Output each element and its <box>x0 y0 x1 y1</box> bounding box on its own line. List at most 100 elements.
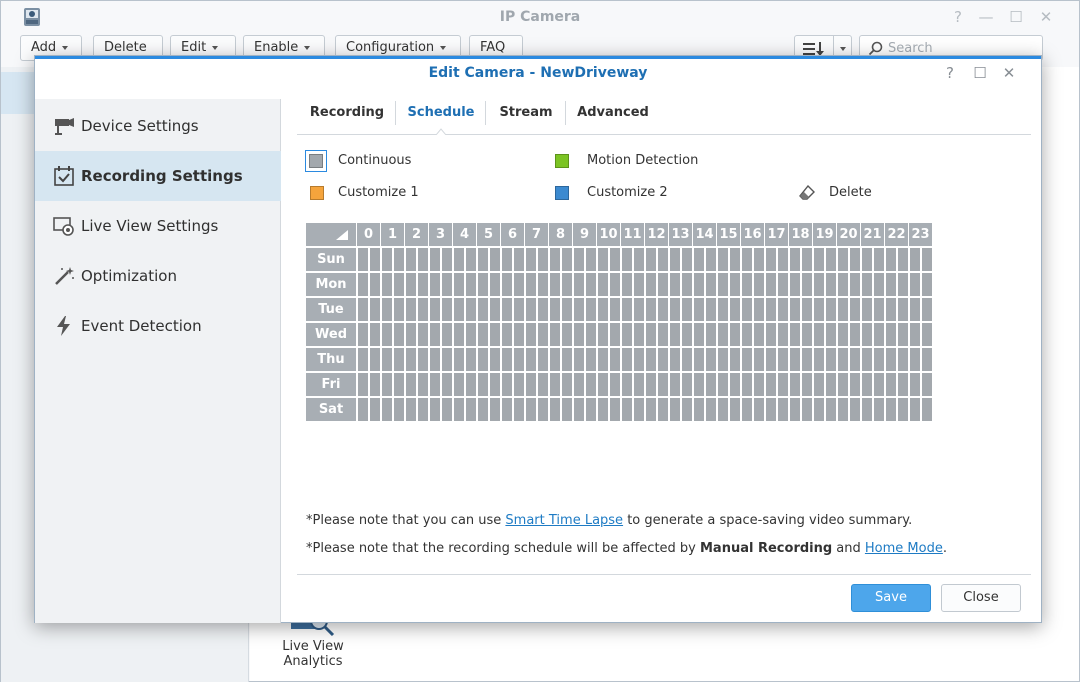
schedule-cell[interactable] <box>538 298 548 321</box>
schedule-cell[interactable] <box>826 323 836 346</box>
schedule-cell[interactable] <box>862 398 872 421</box>
schedule-cell[interactable] <box>850 298 860 321</box>
schedule-cell[interactable] <box>442 298 452 321</box>
schedule-cell[interactable] <box>430 298 440 321</box>
schedule-cell[interactable] <box>622 273 632 296</box>
schedule-cell[interactable] <box>514 273 524 296</box>
schedule-cell[interactable] <box>838 323 848 346</box>
schedule-cell[interactable] <box>910 398 920 421</box>
schedule-cell[interactable] <box>550 323 560 346</box>
schedule-cell[interactable] <box>610 273 620 296</box>
schedule-cell[interactable] <box>634 323 644 346</box>
schedule-cell[interactable] <box>550 248 560 271</box>
schedule-cell[interactable] <box>598 248 608 271</box>
schedule-cell[interactable] <box>574 348 584 371</box>
schedule-cell[interactable] <box>430 373 440 396</box>
schedule-cell[interactable] <box>826 248 836 271</box>
schedule-cell[interactable] <box>706 348 716 371</box>
schedule-cell[interactable] <box>478 298 488 321</box>
schedule-cell[interactable] <box>478 348 488 371</box>
schedule-cell[interactable] <box>562 273 572 296</box>
schedule-cell[interactable] <box>874 398 884 421</box>
schedule-cell[interactable] <box>502 248 512 271</box>
schedule-cell[interactable] <box>682 398 692 421</box>
hour-header-22[interactable]: 22 <box>885 223 908 246</box>
schedule-cell[interactable] <box>622 323 632 346</box>
schedule-cell[interactable] <box>454 298 464 321</box>
schedule-cell[interactable] <box>478 273 488 296</box>
schedule-cell[interactable] <box>382 273 392 296</box>
schedule-cell[interactable] <box>742 273 752 296</box>
hour-header-18[interactable]: 18 <box>789 223 812 246</box>
schedule-cell[interactable] <box>514 323 524 346</box>
schedule-cell[interactable] <box>754 323 764 346</box>
schedule-cell[interactable] <box>442 273 452 296</box>
help-icon[interactable]: ? <box>947 7 969 27</box>
schedule-cell[interactable] <box>634 248 644 271</box>
schedule-cell[interactable] <box>658 298 668 321</box>
sidebar-item-event-detection[interactable]: Event Detection <box>35 301 281 351</box>
schedule-cell[interactable] <box>418 373 428 396</box>
schedule-cell[interactable] <box>670 398 680 421</box>
schedule-cell[interactable] <box>862 298 872 321</box>
hour-header-3[interactable]: 3 <box>429 223 452 246</box>
schedule-cell[interactable] <box>718 373 728 396</box>
schedule-cell[interactable] <box>826 273 836 296</box>
schedule-cell[interactable] <box>694 323 704 346</box>
schedule-cell[interactable] <box>922 248 932 271</box>
save-button[interactable]: Save <box>851 584 931 612</box>
schedule-cell[interactable] <box>586 248 596 271</box>
schedule-cell[interactable] <box>826 298 836 321</box>
schedule-cell[interactable] <box>730 298 740 321</box>
hour-header-0[interactable]: 0 <box>357 223 380 246</box>
schedule-cell[interactable] <box>814 323 824 346</box>
schedule-cell[interactable] <box>922 348 932 371</box>
schedule-cell[interactable] <box>862 348 872 371</box>
schedule-cell[interactable] <box>430 248 440 271</box>
schedule-cell[interactable] <box>442 323 452 346</box>
schedule-cell[interactable] <box>646 373 656 396</box>
schedule-cell[interactable] <box>730 398 740 421</box>
tab-recording[interactable]: Recording <box>305 99 389 135</box>
schedule-cell[interactable] <box>742 373 752 396</box>
schedule-cell[interactable] <box>370 398 380 421</box>
schedule-cell[interactable] <box>394 273 404 296</box>
schedule-cell[interactable] <box>766 298 776 321</box>
schedule-cell[interactable] <box>706 373 716 396</box>
schedule-cell[interactable] <box>526 373 536 396</box>
schedule-cell[interactable] <box>598 323 608 346</box>
schedule-cell[interactable] <box>754 273 764 296</box>
schedule-cell[interactable] <box>814 298 824 321</box>
schedule-cell[interactable] <box>442 348 452 371</box>
schedule-cell[interactable] <box>382 373 392 396</box>
schedule-cell[interactable] <box>514 348 524 371</box>
schedule-cell[interactable] <box>418 398 428 421</box>
schedule-cell[interactable] <box>394 348 404 371</box>
schedule-cell[interactable] <box>802 323 812 346</box>
schedule-cell[interactable] <box>454 323 464 346</box>
hour-header-8[interactable]: 8 <box>549 223 572 246</box>
schedule-cell[interactable] <box>370 273 380 296</box>
schedule-cell[interactable] <box>730 248 740 271</box>
schedule-cell[interactable] <box>658 323 668 346</box>
day-header-mon[interactable]: Mon <box>306 273 356 296</box>
schedule-cell[interactable] <box>646 248 656 271</box>
schedule-cell[interactable] <box>826 373 836 396</box>
close-icon[interactable]: ✕ <box>999 64 1019 82</box>
schedule-cell[interactable] <box>802 298 812 321</box>
schedule-cell[interactable] <box>910 248 920 271</box>
hour-header-7[interactable]: 7 <box>525 223 548 246</box>
schedule-cell[interactable] <box>778 298 788 321</box>
schedule-cell[interactable] <box>442 248 452 271</box>
schedule-cell[interactable] <box>658 373 668 396</box>
schedule-cell[interactable] <box>706 323 716 346</box>
schedule-cell[interactable] <box>550 398 560 421</box>
hour-header-15[interactable]: 15 <box>717 223 740 246</box>
schedule-cell[interactable] <box>814 398 824 421</box>
hour-header-1[interactable]: 1 <box>381 223 404 246</box>
schedule-cell[interactable] <box>670 373 680 396</box>
schedule-cell[interactable] <box>790 273 800 296</box>
schedule-cell[interactable] <box>586 323 596 346</box>
schedule-cell[interactable] <box>670 348 680 371</box>
schedule-cell[interactable] <box>790 373 800 396</box>
